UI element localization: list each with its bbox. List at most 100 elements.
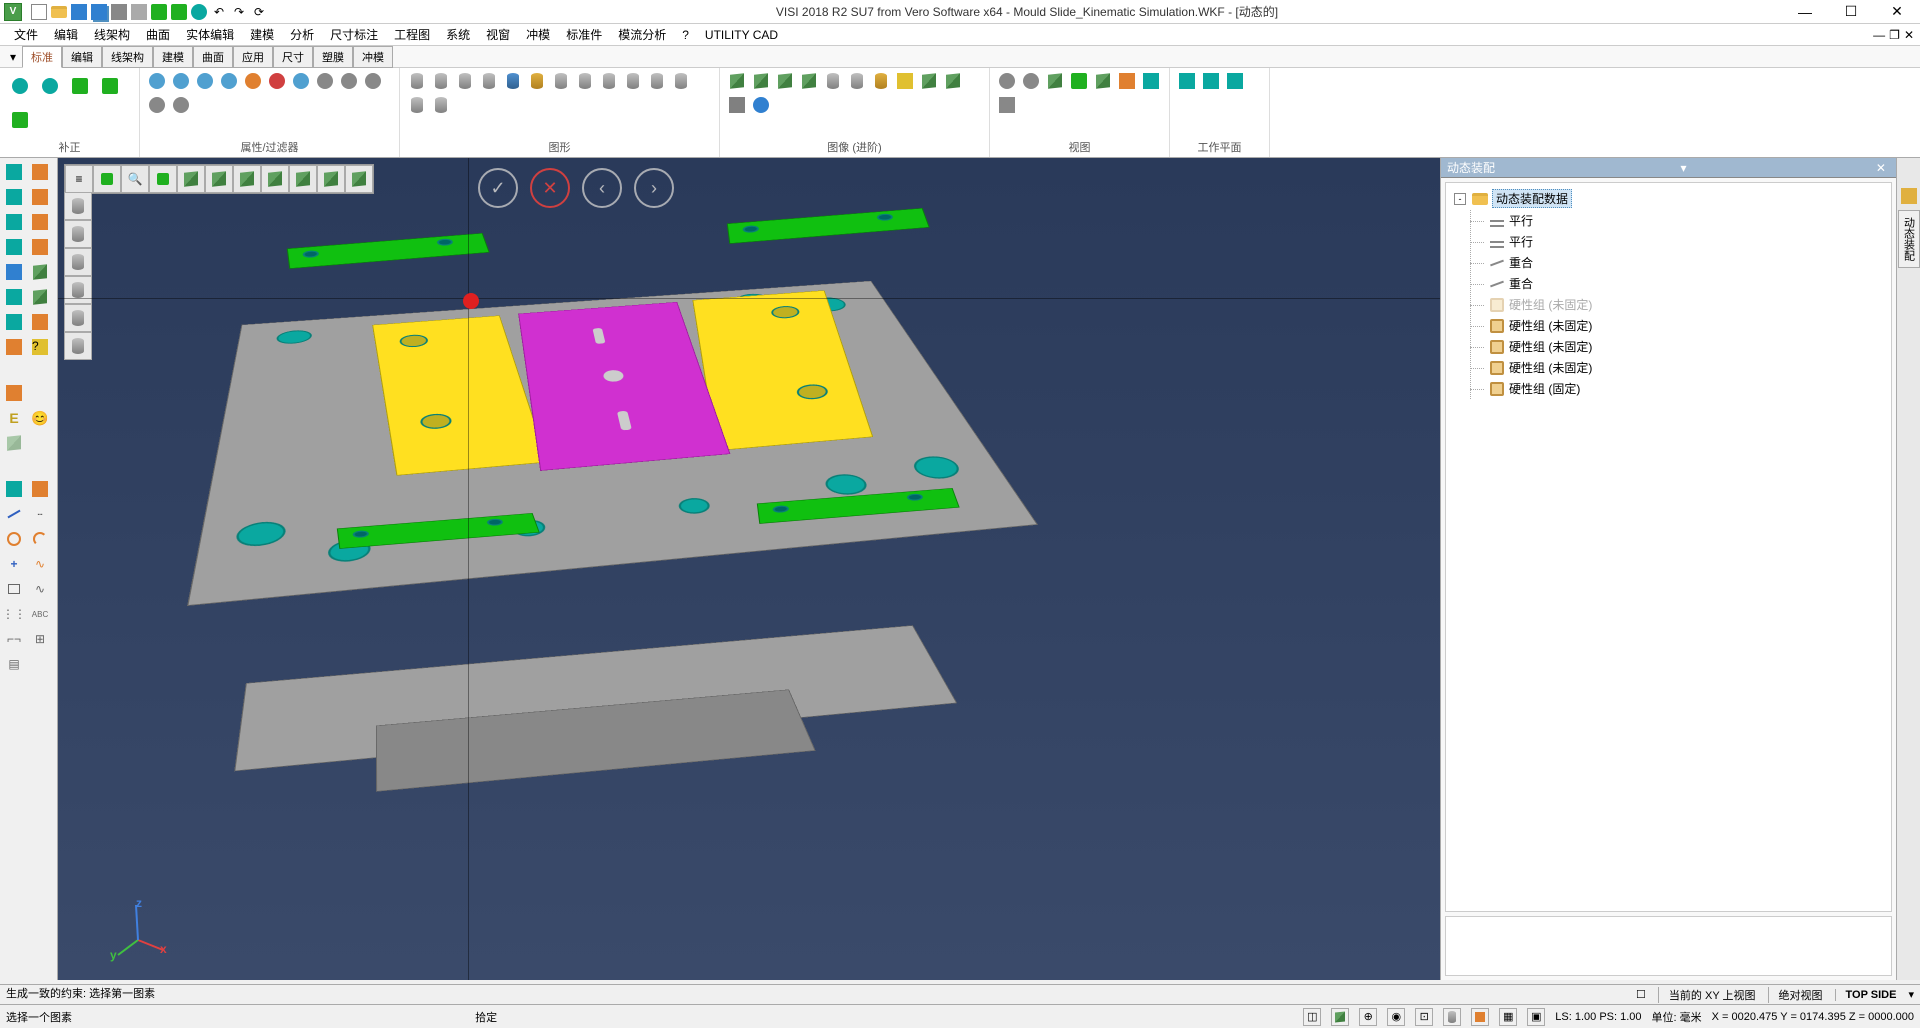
ltool-7b[interactable]: [28, 310, 52, 334]
menu-drafting[interactable]: 工程图: [386, 24, 438, 45]
ltool-3a[interactable]: [2, 210, 26, 234]
plane-btn-3[interactable]: [1224, 70, 1246, 92]
close-button[interactable]: ✕: [1874, 0, 1920, 24]
vp-btn-sel2[interactable]: [149, 165, 177, 193]
tab-surface[interactable]: 曲面: [193, 46, 233, 68]
panel-pin-icon[interactable]: ▾: [1676, 161, 1690, 175]
qat-open-icon[interactable]: [50, 3, 68, 21]
filter-btn-11[interactable]: [146, 94, 168, 116]
menu-system[interactable]: 系统: [438, 24, 478, 45]
shape-btn-14[interactable]: [430, 94, 452, 116]
qat-saveall-icon[interactable]: [90, 3, 108, 21]
ltool-2a[interactable]: [2, 185, 26, 209]
tab-plastic[interactable]: 塑膜: [313, 46, 353, 68]
ltool-wave[interactable]: ∿: [28, 552, 52, 576]
shape-btn-3[interactable]: [454, 70, 476, 92]
ltool-5a[interactable]: [2, 260, 26, 284]
ltool-1b[interactable]: [28, 160, 52, 184]
menu-file[interactable]: 文件: [6, 24, 46, 45]
ltool-12b[interactable]: [28, 477, 52, 501]
view-btn-1[interactable]: [996, 70, 1018, 92]
qat-copy-icon[interactable]: [130, 3, 148, 21]
tree-node-rigid-5[interactable]: 硬性组 (固定): [1471, 378, 1887, 399]
qat-btn-1[interactable]: [170, 3, 188, 21]
status-btn-2[interactable]: [1331, 1008, 1349, 1026]
tree-node-coincide-1[interactable]: 重合: [1471, 252, 1887, 273]
view-btn-7[interactable]: [1140, 70, 1162, 92]
tab-edit[interactable]: 编辑: [62, 46, 102, 68]
filter-btn-5[interactable]: [242, 70, 264, 92]
menu-help[interactable]: ?: [674, 26, 697, 44]
menu-punch[interactable]: 冲模: [518, 24, 558, 45]
ltool-hatch[interactable]: ▤: [2, 652, 26, 676]
ltool-1a[interactable]: [2, 160, 26, 184]
expand-icon[interactable]: -: [1454, 193, 1466, 205]
tab-apply[interactable]: 应用: [233, 46, 273, 68]
ltool-4b[interactable]: [28, 235, 52, 259]
status-btn-7[interactable]: [1471, 1008, 1489, 1026]
plane-btn-2[interactable]: [1200, 70, 1222, 92]
image-btn-8[interactable]: [894, 70, 916, 92]
image-btn-10[interactable]: [942, 70, 964, 92]
axis-indicator[interactable]: x y z: [108, 900, 168, 960]
menu-window[interactable]: 视窗: [478, 24, 518, 45]
ltool-4a[interactable]: [2, 235, 26, 259]
qat-undo-icon[interactable]: ↶: [210, 3, 228, 21]
circle-cancel-icon[interactable]: ✕: [530, 168, 570, 208]
ltool-6b[interactable]: [28, 285, 52, 309]
maximize-button[interactable]: ☐: [1828, 0, 1874, 24]
shape-btn-4[interactable]: [478, 70, 500, 92]
ltool-line[interactable]: [2, 502, 26, 526]
vp-btn-sel1[interactable]: [93, 165, 121, 193]
ltool-11a[interactable]: [2, 431, 26, 455]
qat-new-icon[interactable]: [30, 3, 48, 21]
ltool-8a[interactable]: [2, 335, 26, 359]
tree-node-rigid-3[interactable]: 硬性组 (未固定): [1471, 336, 1887, 357]
shape-btn-9[interactable]: [598, 70, 620, 92]
shape-btn-12[interactable]: [670, 70, 692, 92]
mdi-minimize-icon[interactable]: —: [1873, 28, 1885, 42]
tree-node-parallel-1[interactable]: 平行: [1471, 210, 1887, 231]
view-btn-3[interactable]: [1044, 70, 1066, 92]
image-btn-1[interactable]: [726, 70, 748, 92]
offset-btn-2[interactable]: [36, 70, 64, 102]
filter-btn-8[interactable]: [314, 70, 336, 92]
ltool-dashed[interactable]: ┄: [28, 502, 52, 526]
offset-btn-4[interactable]: [96, 70, 124, 102]
tree-node-rigid-4[interactable]: 硬性组 (未固定): [1471, 357, 1887, 378]
status-btn-8[interactable]: ▦: [1499, 1008, 1517, 1026]
circle-accept-icon[interactable]: ✓: [478, 168, 518, 208]
view-btn-6[interactable]: [1116, 70, 1138, 92]
filter-btn-2[interactable]: [170, 70, 192, 92]
image-btn-5[interactable]: [822, 70, 844, 92]
menu-standard[interactable]: 标准件: [558, 24, 610, 45]
tab-dropdown-icon[interactable]: ▾: [4, 50, 22, 64]
tree-node-rigid-1[interactable]: 硬性组 (未固定): [1471, 294, 1887, 315]
qat-paste-icon[interactable]: [150, 3, 168, 21]
image-btn-2[interactable]: [750, 70, 772, 92]
tab-dimension[interactable]: 尺寸: [273, 46, 313, 68]
tab-punch[interactable]: 冲模: [353, 46, 393, 68]
circle-prev-icon[interactable]: ‹: [582, 168, 622, 208]
vp-btn-iso6[interactable]: [317, 165, 345, 193]
assembly-tree[interactable]: - 动态装配数据 平行 平行 重合 重合 硬性组 (未固定) 硬性组 (未固定)…: [1445, 182, 1892, 912]
menu-modeling[interactable]: 建模: [242, 24, 282, 45]
plane-btn-1[interactable]: [1176, 70, 1198, 92]
ltool-6a[interactable]: [2, 285, 26, 309]
tree-node-parallel-2[interactable]: 平行: [1471, 231, 1887, 252]
vp-btn-list[interactable]: ≡: [65, 165, 93, 193]
panel-close-icon[interactable]: ✕: [1872, 161, 1890, 175]
image-btn-12[interactable]: [750, 94, 772, 116]
ltool-7a[interactable]: [2, 310, 26, 334]
qat-redo-icon[interactable]: ↷: [230, 3, 248, 21]
vp-btn-iso2[interactable]: [205, 165, 233, 193]
vp-btn-iso3[interactable]: [233, 165, 261, 193]
status-btn-9[interactable]: ▣: [1527, 1008, 1545, 1026]
ltool-abc[interactable]: ABC: [28, 602, 52, 626]
shape-btn-2[interactable]: [430, 70, 452, 92]
layer-btn-2[interactable]: [64, 220, 92, 248]
menu-surface[interactable]: 曲面: [138, 24, 178, 45]
menu-edit[interactable]: 编辑: [46, 24, 86, 45]
status-btn-1[interactable]: ◫: [1303, 1008, 1321, 1026]
ltool-8b[interactable]: ?: [28, 335, 52, 359]
